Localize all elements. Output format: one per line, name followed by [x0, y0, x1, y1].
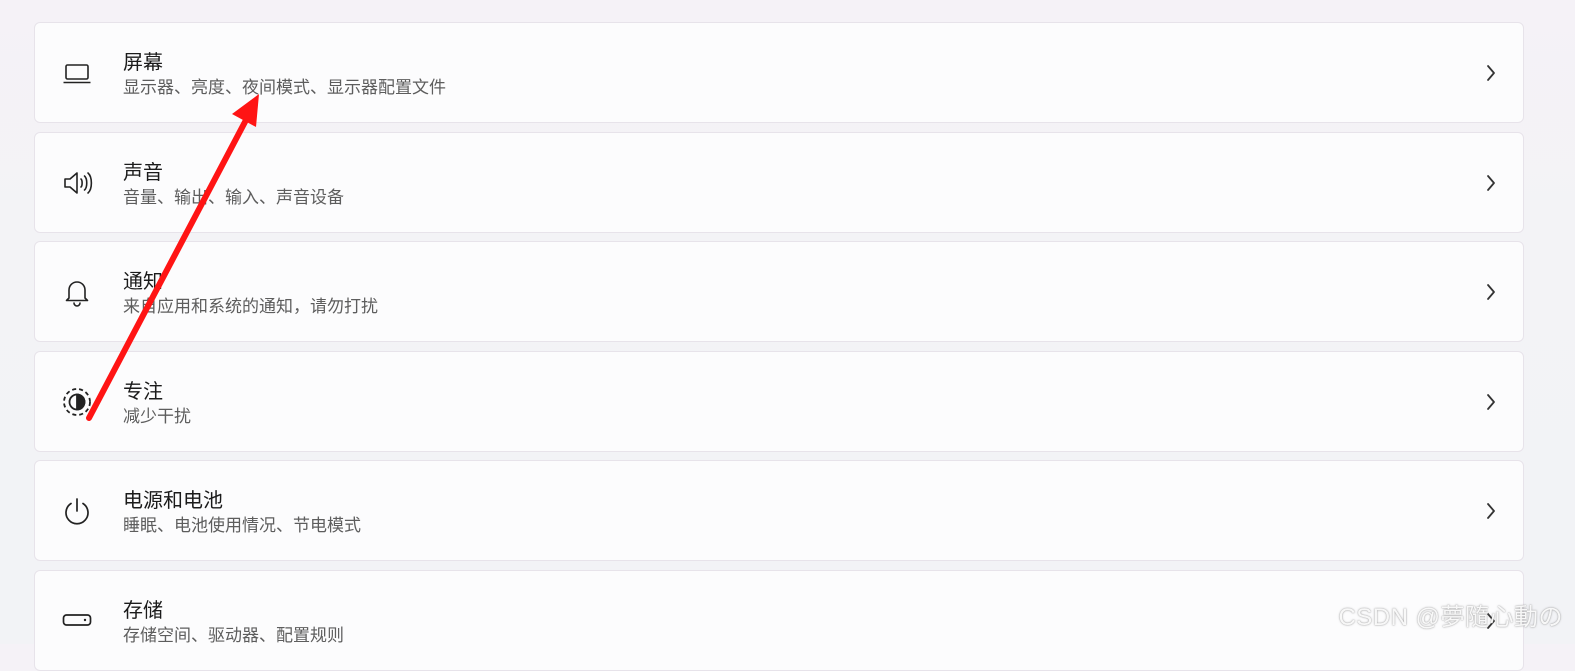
settings-item-notifications[interactable]: 通知 来自应用和系统的通知，请勿打扰	[34, 241, 1524, 342]
chevron-right-icon	[1483, 282, 1499, 302]
settings-item-description: 音量、输出、输入、声音设备	[123, 188, 344, 207]
storage-drive-icon	[61, 605, 93, 637]
settings-item-description: 减少干扰	[123, 407, 191, 426]
chevron-right-icon	[1483, 173, 1499, 193]
laptop-icon	[61, 57, 93, 89]
settings-item-display[interactable]: 屏幕 显示器、亮度、夜间模式、显示器配置文件	[34, 22, 1524, 123]
settings-item-storage[interactable]: 存储 存储空间、驱动器、配置规则	[34, 570, 1524, 671]
settings-item-power-battery[interactable]: 电源和电池 睡眠、电池使用情况、节电模式	[34, 460, 1524, 561]
chevron-right-icon	[1483, 392, 1499, 412]
chevron-right-icon	[1483, 63, 1499, 83]
settings-item-description: 来自应用和系统的通知，请勿打扰	[123, 297, 378, 316]
settings-item-title: 声音	[123, 162, 163, 184]
settings-item-title: 屏幕	[123, 52, 163, 74]
settings-item-description: 睡眠、电池使用情况、节电模式	[123, 516, 361, 535]
watermark-text: CSDN @夢隨心動の	[1338, 604, 1563, 631]
chevron-right-icon	[1483, 501, 1499, 521]
bell-icon	[61, 276, 93, 308]
speaker-icon	[61, 167, 93, 199]
focus-icon	[61, 386, 93, 418]
settings-item-title: 通知	[123, 271, 163, 293]
settings-item-title: 专注	[123, 381, 163, 403]
settings-item-sound[interactable]: 声音 音量、输出、输入、声音设备	[34, 132, 1524, 233]
settings-item-title: 存储	[123, 600, 163, 622]
settings-item-description: 显示器、亮度、夜间模式、显示器配置文件	[123, 78, 446, 97]
power-icon	[61, 495, 93, 527]
settings-item-title: 电源和电池	[123, 490, 223, 512]
settings-item-focus[interactable]: 专注 减少干扰	[34, 351, 1524, 452]
